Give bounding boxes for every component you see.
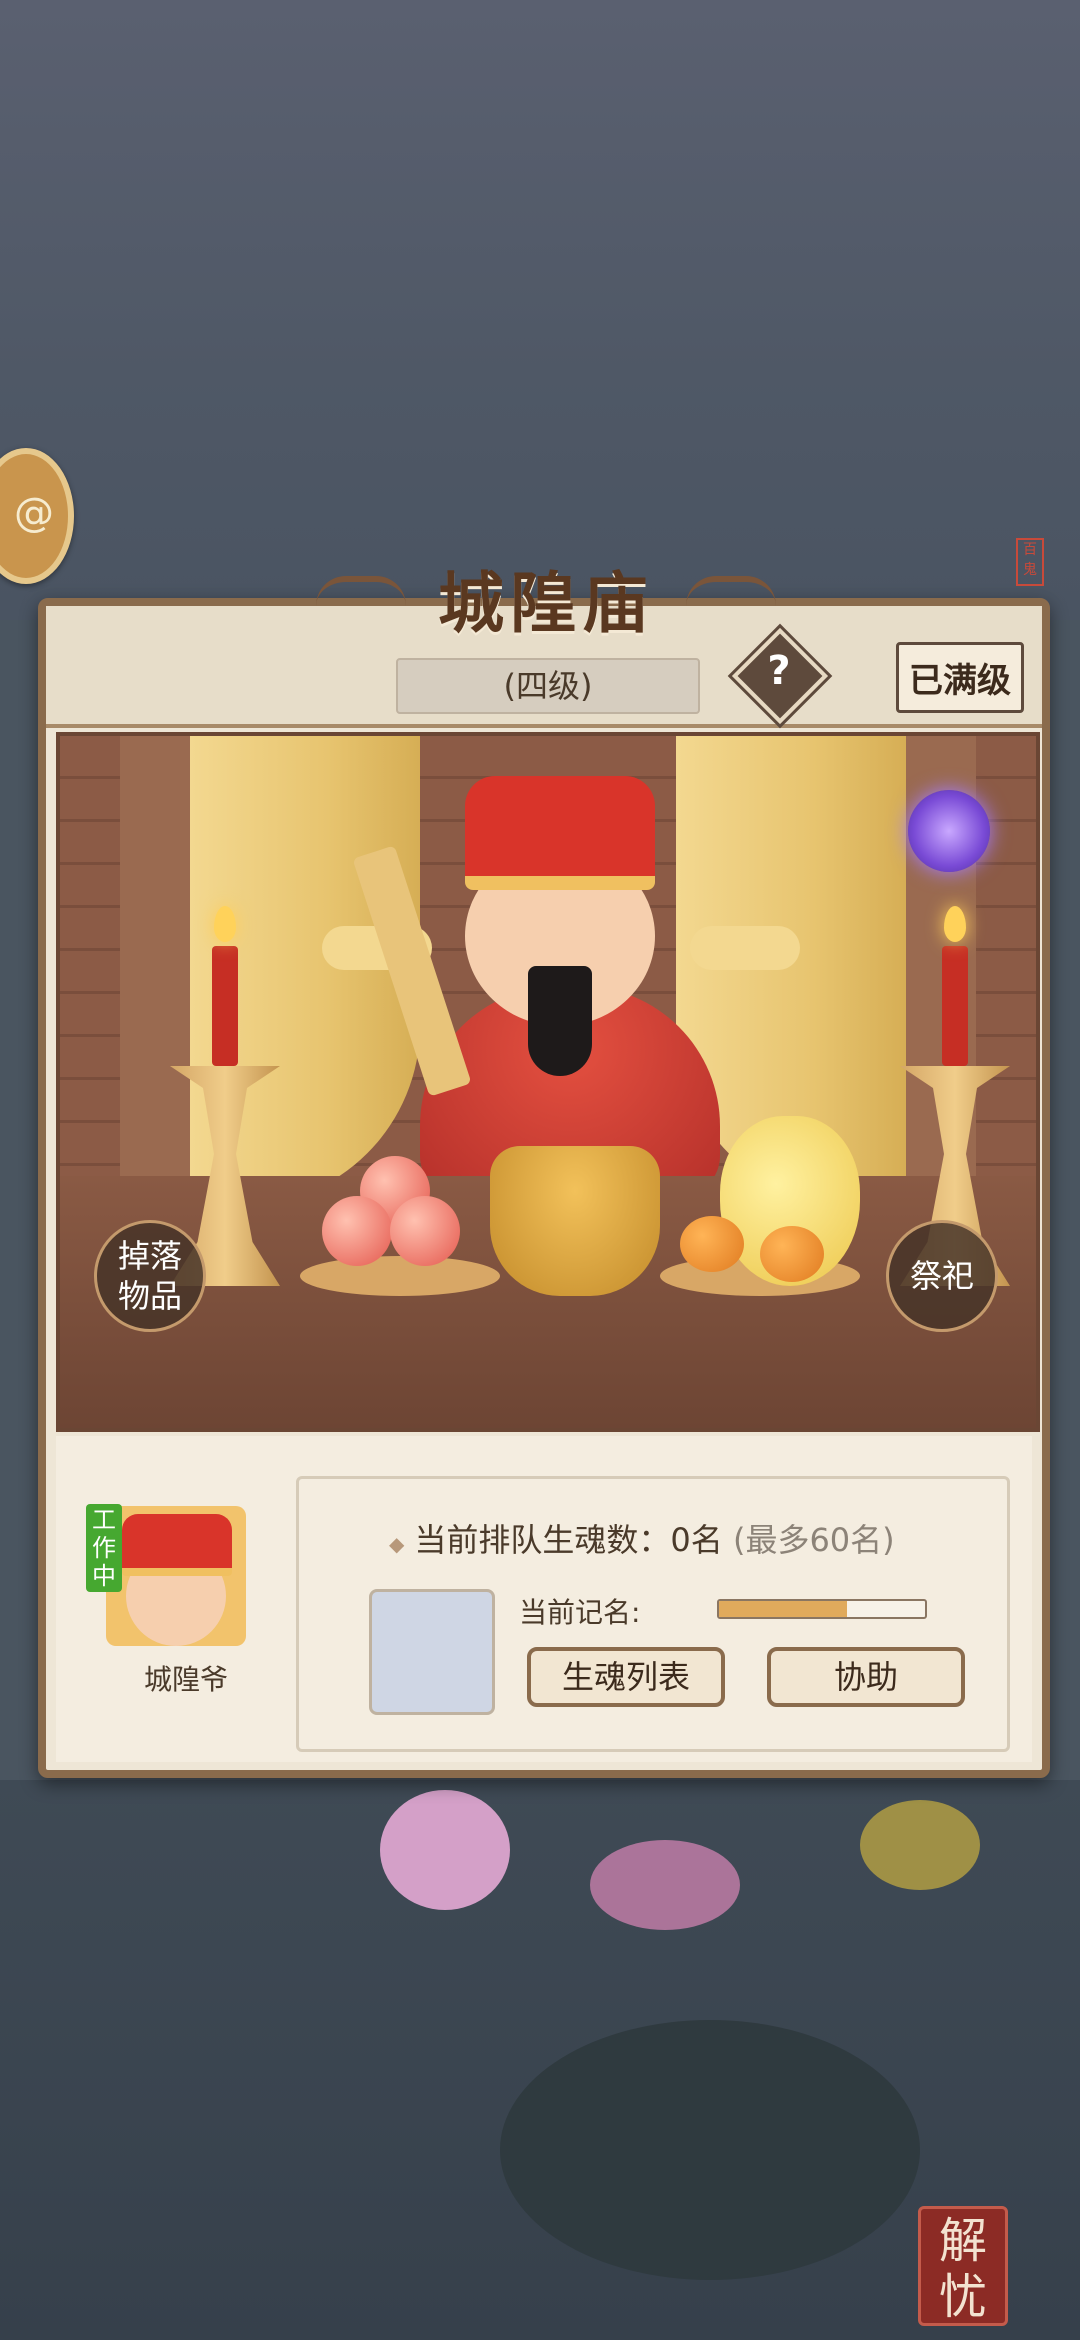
cloud-ornament-right	[686, 576, 776, 612]
deity-beard	[528, 966, 592, 1076]
spirit-portrait[interactable]	[369, 1589, 495, 1715]
queue-label: 当前排队生魂数：	[414, 1521, 671, 1559]
queue-max: (最多60名)	[732, 1521, 895, 1559]
shrine-scene: 掉落 物品 祭祀	[56, 732, 1040, 1432]
title-banner: 城隍庙 百鬼	[316, 538, 1044, 650]
recording-label: 当前记名:	[519, 1596, 641, 1629]
peach	[390, 1196, 460, 1266]
help-button[interactable]: ?	[731, 627, 829, 725]
drop-items-button[interactable]: 掉落 物品	[94, 1220, 206, 1332]
building-title: 城隍庙	[438, 564, 654, 642]
working-status-badge: 工作中	[86, 1504, 122, 1592]
rock-hill	[500, 2020, 920, 2280]
queue-status: ◆ 当前排队生魂数：0名 (最多60名)	[389, 1515, 895, 1561]
character-hat	[122, 1514, 232, 1576]
orange	[680, 1216, 744, 1272]
character-card[interactable]: 工作中 城隍爷	[86, 1504, 246, 1696]
candle-left	[212, 946, 238, 1066]
blossom-tree	[380, 1790, 510, 1910]
seal-stamp: 百鬼	[1016, 538, 1044, 586]
blossom-tree	[590, 1840, 740, 1930]
worship-button[interactable]: 祭祀	[886, 1220, 998, 1332]
jieyou-badge[interactable]: 解忧	[918, 2206, 1008, 2326]
question-icon: ?	[767, 647, 791, 694]
info-section: 工作中 城隍爷 ◆ 当前排队生魂数：0名 (最多60名) 当前记名: 生魂列表 协…	[56, 1436, 1032, 1762]
recording-progress-fill	[719, 1601, 847, 1617]
peach	[322, 1196, 392, 1266]
diamond-bullet-icon: ◆	[389, 1532, 405, 1556]
incense-burner	[490, 1146, 660, 1296]
character-name: 城隍爷	[143, 1663, 228, 1696]
fruit-plate-left	[300, 1256, 500, 1296]
soul-list-button[interactable]: 生魂列表	[527, 1647, 725, 1707]
mountain-scenery	[0, 0, 1080, 620]
orange	[760, 1226, 824, 1282]
max-level-badge: 已满级	[896, 642, 1024, 713]
cloud-ornament	[690, 926, 800, 970]
temple-panel: (四级) ? 已满级 城隍庙 百鬼 掉落 物品 祭祀 工作中 城隍爷 ◆ 当前排…	[38, 538, 1050, 1778]
pillar-left	[120, 736, 190, 1206]
candle-right	[942, 946, 968, 1066]
recording-progress-bar	[717, 1599, 927, 1619]
queue-count: 0名	[670, 1521, 723, 1559]
level-label: (四级)	[396, 658, 700, 714]
flame-icon	[214, 906, 236, 942]
spirit-orb-icon[interactable]	[908, 790, 990, 872]
flame-icon	[944, 906, 966, 942]
deity-hat	[465, 776, 655, 890]
yellow-tree	[860, 1800, 980, 1890]
swirl-icon: @	[14, 490, 54, 536]
cloud-ornament-left	[316, 576, 406, 612]
queue-box: ◆ 当前排队生魂数：0名 (最多60名) 当前记名: 生魂列表 协助	[296, 1476, 1010, 1752]
assist-button[interactable]: 协助	[767, 1647, 965, 1707]
